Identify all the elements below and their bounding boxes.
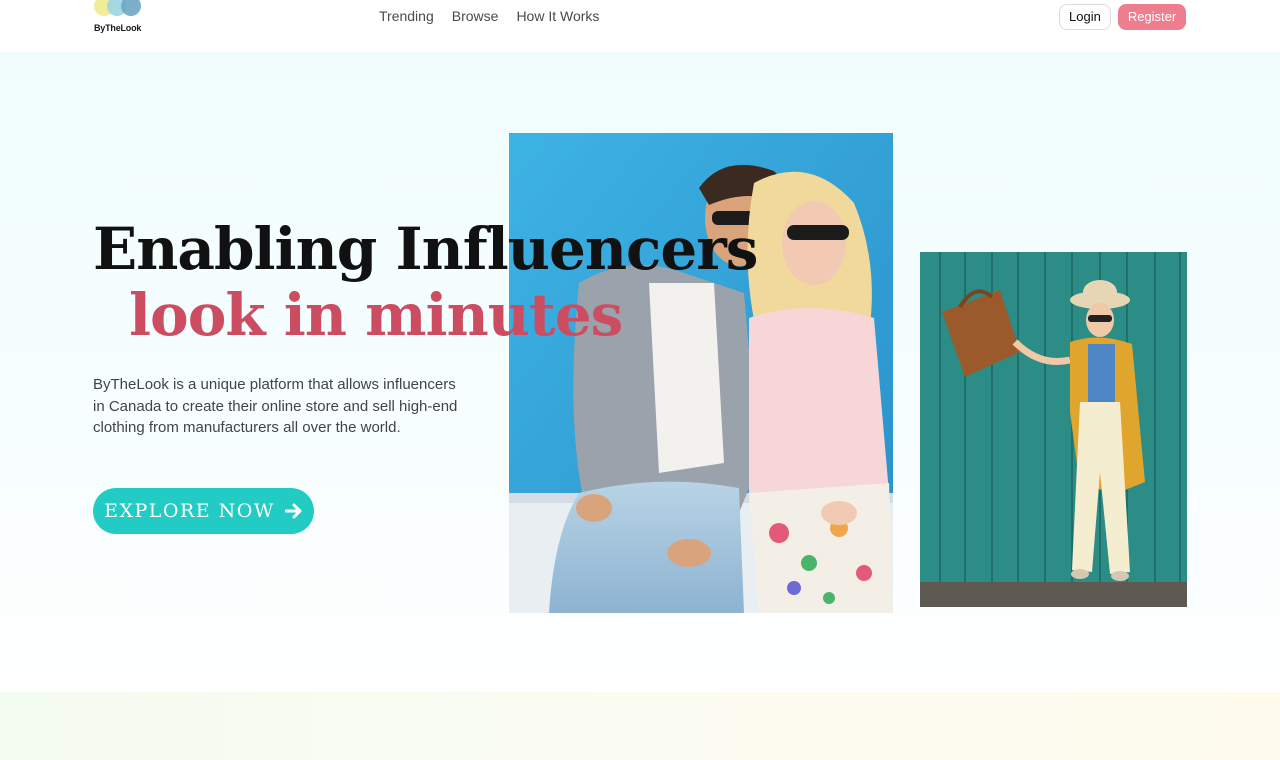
logo-mark (94, 0, 144, 18)
explore-now-label: EXPLORE NOW (104, 500, 275, 522)
login-button[interactable]: Login (1059, 4, 1111, 30)
hero-headline-line1: Enabling Influencers (93, 215, 758, 283)
landing-page: ByTheLook Trending Browse How It Works L… (0, 0, 1280, 760)
hero-headline-line2: look in minutes (129, 281, 623, 349)
brand-name: ByTheLook (94, 23, 142, 33)
brand-logo[interactable]: ByTheLook (94, 0, 154, 36)
main-nav: Trending Browse How It Works (379, 7, 599, 25)
arrow-right-icon (284, 503, 302, 519)
site-header: ByTheLook Trending Browse How It Works L… (0, 0, 1280, 52)
explore-now-button[interactable]: EXPLORE NOW (93, 488, 314, 534)
auth-buttons: Login Register (1059, 4, 1187, 30)
hero-photo-woman-bag (920, 252, 1187, 607)
next-section (0, 692, 1280, 760)
hero-section: Enabling Influencers look in minutes ByT… (0, 52, 1280, 692)
nav-link-how-it-works[interactable]: How It Works (516, 7, 599, 25)
hero-photo-couple (509, 133, 893, 613)
hero-description: ByTheLook is a unique platform that allo… (93, 376, 458, 436)
nav-link-browse[interactable]: Browse (452, 7, 499, 25)
nav-link-trending[interactable]: Trending (379, 7, 434, 25)
register-button[interactable]: Register (1117, 4, 1187, 30)
